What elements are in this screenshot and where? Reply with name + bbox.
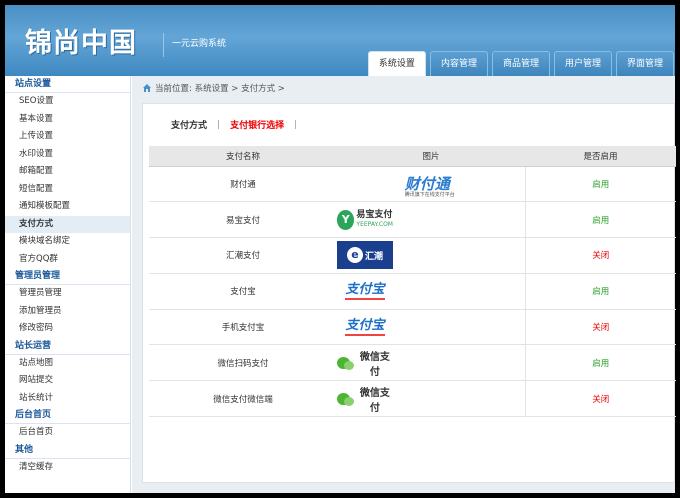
- app-header: 锦尚中国 一元云购系统 系统设置 内容管理 商品管理 用户管理 界面管理: [5, 5, 675, 76]
- breadcrumb: 当前位置: 系统设置 > 支付方式 >: [142, 82, 285, 94]
- table-row: 财付通 财付通 腾讯旗下在线支付平台 启用: [149, 166, 676, 203]
- alipay-logo: 支付宝: [337, 279, 393, 303]
- sidebar-item[interactable]: 站点地图: [5, 355, 130, 373]
- sidebar-item[interactable]: 管理员管理: [5, 285, 130, 303]
- payment-name: 微信支付微信端: [149, 380, 337, 418]
- status-toggle[interactable]: 启用: [524, 273, 676, 310]
- sidebar-item[interactable]: 修改密码: [5, 320, 130, 338]
- status-toggle[interactable]: 关闭: [524, 380, 676, 418]
- status-toggle[interactable]: 关闭: [524, 309, 676, 346]
- sidebar-item[interactable]: 支付方式: [5, 215, 130, 233]
- sub-tabs: 支付方式 | 支付银行选择 |: [161, 118, 298, 132]
- payment-name: 微信扫码支付: [149, 344, 337, 382]
- status-toggle[interactable]: 启用: [524, 344, 676, 382]
- payment-table: 支付名称 图片 是否启用 财付通 财付通 腾讯旗下在线支付平台 启用 易宝支付 Y 易宝支付…: [149, 146, 676, 418]
- sidebar-section-title: 管理员管理: [5, 268, 130, 285]
- sidebar-item[interactable]: 邮箱配置: [5, 163, 130, 181]
- sidebar-item[interactable]: 水印设置: [5, 146, 130, 164]
- main-content: 当前位置: 系统设置 > 支付方式 > 支付方式 | 支付银行选择 | 支付名称 图片…: [132, 76, 676, 493]
- payment-name: 手机支付宝: [149, 309, 337, 346]
- sidebar-item[interactable]: 站长统计: [5, 390, 130, 408]
- subtab-1[interactable]: 支付银行选择: [220, 118, 294, 131]
- tab-2[interactable]: 商品管理: [491, 51, 550, 76]
- payment-name: 易宝支付: [149, 201, 337, 239]
- yeepay-logo: Y 易宝支付 YEEPAY.COM: [337, 206, 393, 234]
- table-header-row: 支付名称 图片 是否启用: [149, 146, 676, 167]
- tab-4[interactable]: 界面管理: [615, 51, 674, 76]
- top-nav-tabs: 系统设置 内容管理 商品管理 用户管理 界面管理: [367, 51, 675, 76]
- wechat-pay-logo: 微信支付: [337, 351, 393, 378]
- table-row: 微信支付微信端 微信支付 关闭: [149, 380, 676, 418]
- system-subtitle: 一元云购系统: [172, 39, 227, 49]
- site-logo: 锦尚中国: [25, 28, 137, 59]
- table-row: 易宝支付 Y 易宝支付 YEEPAY.COM 启用: [149, 201, 676, 239]
- payment-name: 财付通: [149, 166, 337, 203]
- tenpay-logo: 财付通 腾讯旗下在线支付平台: [404, 174, 455, 198]
- sidebar-item[interactable]: 网站提交: [5, 372, 130, 390]
- sidebar-item[interactable]: SEO设置: [5, 93, 130, 111]
- payment-logo-cell: 支付宝: [337, 273, 525, 310]
- tab-3[interactable]: 用户管理: [553, 51, 612, 76]
- payment-logo-cell: 微信支付: [337, 344, 525, 382]
- tab-1[interactable]: 内容管理: [429, 51, 488, 76]
- table-row: 微信扫码支付 微信支付 启用: [149, 344, 676, 382]
- sidebar-item[interactable]: 模块域名绑定: [5, 233, 130, 251]
- alipay-logo: 支付宝: [337, 315, 393, 339]
- sidebar-item[interactable]: 后台首页: [5, 424, 130, 442]
- sidebar-section-title: 后台首页: [5, 407, 130, 424]
- logo-separator: [163, 33, 164, 57]
- breadcrumb-text: 当前位置: 系统设置 > 支付方式 >: [155, 84, 285, 94]
- content-panel: 支付方式 | 支付银行选择 | 支付名称 图片 是否启用 财付通 财付通 腾讯旗下在线支付…: [142, 103, 676, 483]
- subtab-divider: |: [294, 119, 298, 130]
- table-row: 支付宝 支付宝 启用: [149, 273, 676, 310]
- home-icon[interactable]: [142, 83, 152, 93]
- table-row: 汇潮支付 e 汇潮 关闭: [149, 237, 676, 274]
- ecpss-logo: e 汇潮: [337, 241, 393, 270]
- col-header-image: 图片: [337, 146, 525, 167]
- payment-logo-cell: e 汇潮: [337, 237, 525, 274]
- sidebar-item[interactable]: 添加管理员: [5, 303, 130, 321]
- col-header-name: 支付名称: [149, 146, 337, 167]
- payment-name: 支付宝: [149, 273, 337, 310]
- payment-logo-cell: 支付宝: [337, 309, 525, 346]
- sidebar-section-title: 站点设置: [5, 76, 130, 93]
- status-toggle[interactable]: 启用: [524, 166, 676, 203]
- status-toggle[interactable]: 启用: [524, 201, 676, 239]
- col-header-enabled: 是否启用: [525, 146, 676, 167]
- tab-0[interactable]: 系统设置: [367, 51, 426, 76]
- sidebar-section-title: 站长运营: [5, 338, 130, 355]
- payment-logo-cell: 微信支付: [337, 380, 525, 418]
- subtab-0[interactable]: 支付方式: [161, 118, 217, 131]
- sidebar-item[interactable]: 短信配置: [5, 181, 130, 199]
- sidebar-item[interactable]: 官方QQ群: [5, 251, 130, 269]
- sidebar-item[interactable]: 上传设置: [5, 128, 130, 146]
- sidebar: 站点设置 SEO设置 基本设置 上传设置 水印设置 邮箱配置 短信配置 通知模板配置 支付方式模…: [5, 76, 131, 493]
- wechat-pay-logo: 微信支付: [337, 387, 393, 414]
- payment-name: 汇潮支付: [149, 237, 337, 274]
- status-toggle[interactable]: 关闭: [524, 237, 676, 274]
- payment-logo-cell: 财付通 腾讯旗下在线支付平台: [337, 166, 525, 203]
- table-row: 手机支付宝 支付宝 关闭: [149, 309, 676, 346]
- sidebar-item[interactable]: 通知模板配置: [5, 198, 130, 216]
- payment-logo-cell: Y 易宝支付 YEEPAY.COM: [337, 201, 525, 239]
- sidebar-item[interactable]: 清空缓存: [5, 459, 130, 477]
- sidebar-item[interactable]: 基本设置: [5, 111, 130, 129]
- sidebar-section-title: 其他: [5, 442, 130, 459]
